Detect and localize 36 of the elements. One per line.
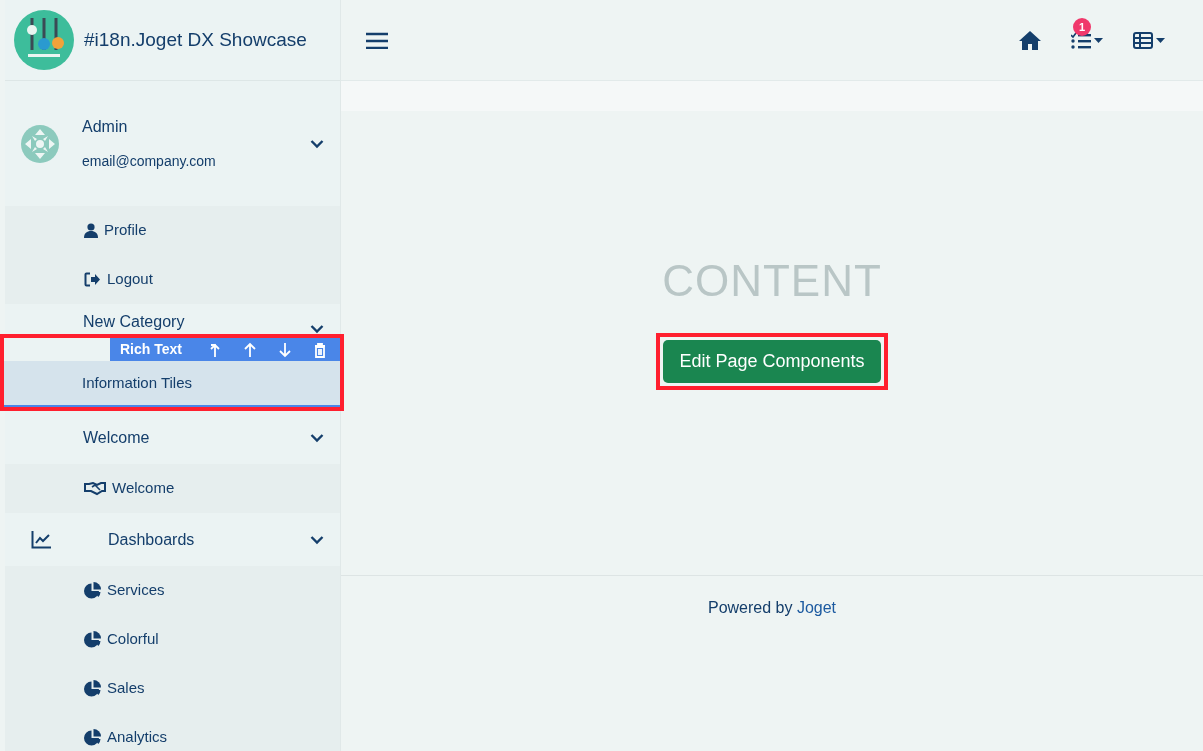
avatar-icon xyxy=(21,124,59,163)
pie-chart-icon xyxy=(84,582,101,599)
footer-text: Powered by Joget xyxy=(706,598,838,618)
menu-item[interactable]: Sales xyxy=(5,664,340,713)
pie-chart-icon xyxy=(84,631,101,648)
pie-chart-icon xyxy=(84,729,101,746)
notification-badge: 1 xyxy=(1073,18,1091,36)
user-name: Admin xyxy=(82,117,129,137)
menu-category[interactable]: Welcome xyxy=(5,411,340,464)
footer-link[interactable]: Joget xyxy=(796,599,837,616)
menu-item[interactable]: Analytics xyxy=(5,713,340,751)
user-menu-item[interactable]: Logout xyxy=(5,255,340,304)
menu-item[interactable]: Information Tiles xyxy=(4,361,340,407)
user-icon xyxy=(84,223,98,238)
edit-page-components-button[interactable]: Edit Page Components xyxy=(663,340,881,383)
caret-icon xyxy=(1156,37,1165,43)
pie-chart-icon xyxy=(84,680,101,697)
logout-icon xyxy=(84,272,101,287)
menu-item[interactable]: Welcome xyxy=(5,464,340,513)
caret-icon xyxy=(1094,37,1103,43)
menu-item[interactable]: Services xyxy=(5,566,340,615)
app-title[interactable]: #i18n.Joget DX Showcase xyxy=(84,25,307,55)
table-icon xyxy=(1133,31,1153,49)
user-email: email@company.com xyxy=(82,152,217,171)
app-logo xyxy=(14,10,74,70)
menu-icon[interactable] xyxy=(365,31,389,49)
toolbar-label: Rich Text xyxy=(120,340,182,359)
home-icon[interactable] xyxy=(1019,30,1041,50)
line-chart-icon xyxy=(31,530,51,549)
menu-item[interactable]: Colorful xyxy=(5,615,340,664)
handshake-icon xyxy=(84,481,106,496)
table-dropdown[interactable] xyxy=(1133,31,1165,49)
chevron-icon[interactable] xyxy=(310,138,324,149)
menu-category[interactable]: Dashboards xyxy=(5,513,340,566)
menu-category[interactable]: New Category xyxy=(5,304,340,334)
user-menu-item[interactable]: Profile xyxy=(5,206,340,255)
